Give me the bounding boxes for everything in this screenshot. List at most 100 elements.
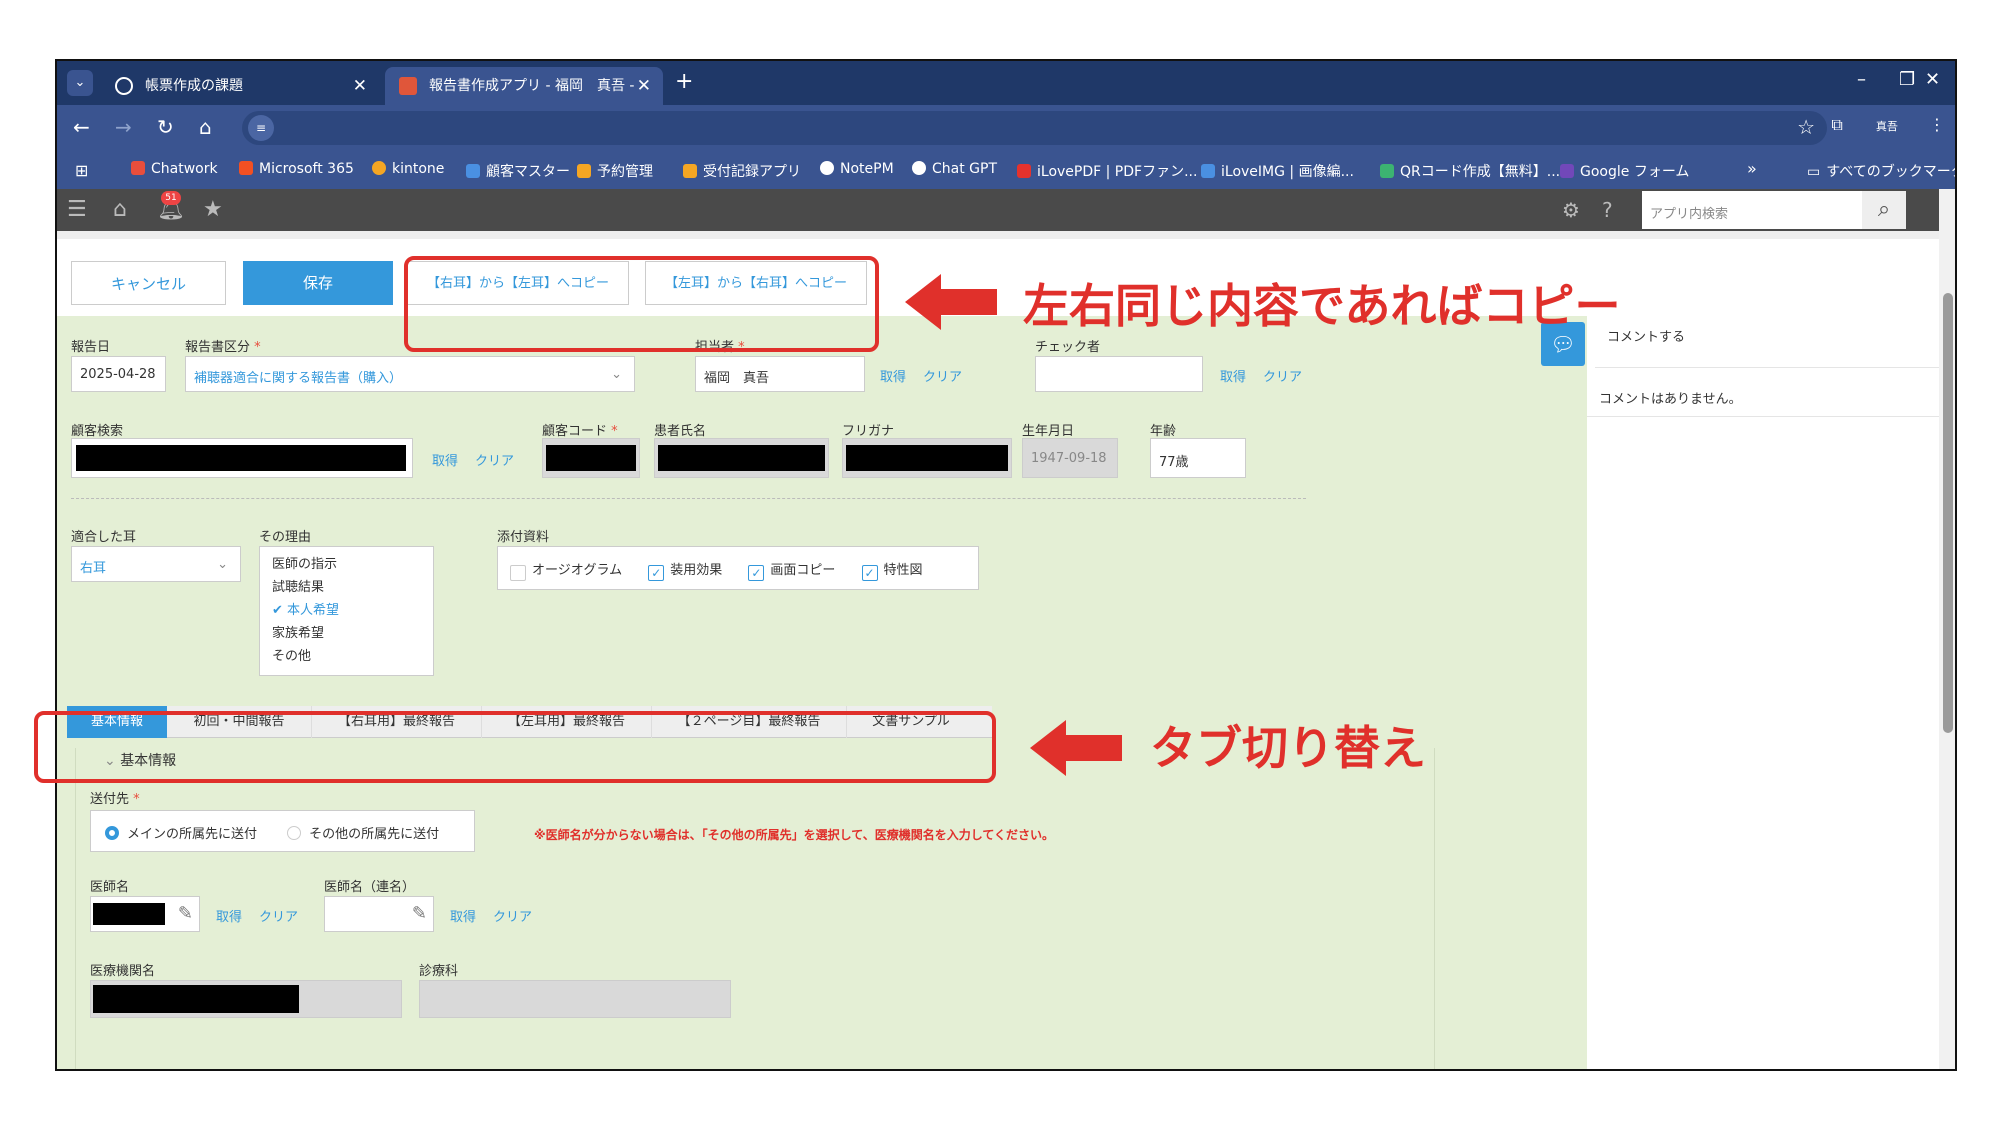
bookmark-microsoft365[interactable]: Microsoft 365 — [239, 161, 354, 177]
bookmark-notepm[interactable]: NotePM — [820, 161, 894, 177]
department-field — [419, 980, 731, 1018]
edit-note-icon[interactable]: ✎ — [412, 903, 427, 924]
reason-option[interactable]: その他 — [272, 645, 421, 668]
attachment-screen-copy[interactable]: ✓ 画面コピー — [748, 563, 835, 581]
reason-option[interactable]: 試聴結果 — [272, 576, 421, 599]
all-bookmarks-folder[interactable]: ▭ すべてのブックマーク — [1807, 161, 1955, 181]
close-tab-icon[interactable]: ✕ — [353, 67, 367, 105]
reason-listbox[interactable]: 医師の指示 試聴結果 ✔ 本人希望 家族希望 その他 — [259, 546, 434, 676]
bookmark-chatwork[interactable]: Chatwork — [131, 161, 218, 177]
scrollbar-thumb[interactable] — [1943, 293, 1953, 733]
checker-input[interactable] — [1035, 356, 1203, 392]
arrow-left-icon — [1030, 720, 1122, 776]
reason-option[interactable]: 家族希望 — [272, 622, 421, 645]
bookmark-reservation[interactable]: 予約管理 — [577, 161, 653, 181]
fitted-ear-select[interactable]: 右耳 ⌄ — [71, 546, 241, 582]
doctor-fetch-link[interactable]: 取得 — [216, 906, 242, 925]
qr-icon — [1380, 164, 1394, 178]
customer-search-input[interactable] — [71, 438, 413, 478]
reason-option-selected[interactable]: ✔ 本人希望 — [272, 599, 421, 622]
doctor-clear-link[interactable]: クリア — [259, 906, 298, 925]
furigana-label: フリガナ — [842, 424, 895, 439]
menu-icon[interactable]: ⋮ — [1929, 115, 1945, 134]
customer-clear-link[interactable]: クリア — [475, 450, 514, 469]
favorites-star-icon[interactable]: ★ — [203, 197, 223, 222]
bookmark-iloveimg[interactable]: iLoveIMG | 画像編... — [1201, 161, 1354, 181]
chatgpt-icon — [912, 161, 926, 175]
bookmark-google-forms[interactable]: Google フォーム — [1560, 161, 1689, 181]
search-icon[interactable]: ⌕ — [1862, 191, 1906, 229]
save-button[interactable]: 保存 — [243, 261, 393, 305]
bookmark-chatgpt[interactable]: Chat GPT — [912, 161, 997, 177]
form-area: 報告日 2025-04-28 報告書区分 * 補聴器適合に関する報告書（購入） ⌄… — [57, 316, 1587, 1069]
home-icon[interactable]: ⌂ — [113, 197, 127, 222]
app-icon — [577, 164, 591, 178]
close-tab-icon[interactable]: ✕ — [637, 67, 651, 105]
app-search-input[interactable]: アプリ内検索 — [1642, 191, 1862, 229]
send-to-label: 送付先 * — [90, 792, 140, 807]
checker-fetch-link[interactable]: 取得 — [1220, 366, 1246, 385]
edit-note-icon[interactable]: ✎ — [178, 903, 193, 924]
reload-icon[interactable]: ↻ — [157, 115, 174, 139]
doctor-alt-label: 医師名（連名） — [324, 880, 416, 895]
checker-clear-link[interactable]: クリア — [1263, 366, 1302, 385]
staff-input[interactable]: 福岡 真吾 — [695, 356, 865, 392]
attachment-audiogram[interactable]: ✓オージオグラム — [510, 563, 622, 581]
scrollbar[interactable] — [1939, 189, 1955, 1069]
checkbox-icon: ✓ — [510, 565, 526, 581]
staff-clear-link[interactable]: クリア — [923, 366, 962, 385]
attachment-effect[interactable]: ✓ 装用効果 — [648, 563, 722, 581]
profile-button[interactable]: 真吾 — [1876, 120, 1898, 133]
apps-grid-icon[interactable]: ⊞ — [75, 161, 88, 180]
radio-main-affiliation[interactable]: メインの所属先に送付 — [105, 826, 257, 842]
help-icon[interactable]: ? — [1602, 198, 1613, 222]
bookmark-reception-log[interactable]: 受付記録アプリ — [683, 161, 801, 181]
extensions-icon[interactable]: ⧉ — [1831, 115, 1842, 134]
more-bookmarks-button[interactable]: » — [1747, 159, 1757, 178]
notification-badge: 51 — [161, 191, 181, 205]
chevron-down-icon: ⌄ — [217, 557, 228, 572]
restore-button[interactable]: ❐ — [1899, 69, 1915, 90]
gear-icon[interactable]: ⚙ — [1562, 198, 1580, 222]
doctor-label: 医師名 — [90, 880, 130, 895]
no-comments-text: コメントはありません。 — [1599, 392, 1742, 407]
customer-search-label: 顧客検索 — [71, 424, 124, 439]
radio-other-affiliation[interactable]: その他の所属先に送付 — [287, 826, 439, 842]
reason-option[interactable]: 医師の指示 — [272, 553, 421, 576]
kintone-icon — [372, 161, 386, 175]
doctor-alt-fetch-link[interactable]: 取得 — [450, 906, 476, 925]
customer-fetch-link[interactable]: 取得 — [432, 450, 458, 469]
bookmark-ilovepdf[interactable]: iLovePDF | PDFファン... — [1017, 161, 1197, 181]
bookmark-kintone[interactable]: kintone — [372, 161, 444, 177]
bookmark-qrcode[interactable]: QRコード作成【無料】... — [1380, 161, 1560, 181]
forward-icon[interactable]: → — [115, 115, 132, 139]
staff-fetch-link[interactable]: 取得 — [880, 366, 906, 385]
home-icon[interactable]: ⌂ — [199, 115, 212, 139]
new-tab-button[interactable]: + — [675, 69, 693, 94]
doctor-alt-input[interactable]: ✎ — [324, 896, 434, 932]
bookmark-star-icon[interactable]: ☆ — [1797, 115, 1815, 139]
redacted-block — [93, 903, 165, 925]
close-window-button[interactable]: ✕ — [1925, 69, 1940, 90]
tab-search-button[interactable]: ⌄ — [67, 70, 93, 96]
back-icon[interactable]: ← — [73, 115, 90, 139]
menu-icon[interactable]: ☰ — [67, 197, 87, 222]
radio-icon — [287, 826, 302, 840]
browser-tab-1[interactable]: 帳票作成の課題 ✕ — [101, 67, 379, 105]
site-info-icon[interactable]: ≡ — [248, 115, 274, 141]
doctor-alt-clear-link[interactable]: クリア — [493, 906, 532, 925]
report-type-select[interactable]: 補聴器適合に関する報告書（購入） ⌄ — [185, 356, 635, 392]
browser-tab-2-active[interactable]: 報告書作成アプリ - 福岡 真吾 - ✕ — [385, 67, 663, 105]
cancel-button[interactable]: キャンセル — [71, 261, 226, 305]
bookmark-customer-master[interactable]: 顧客マスター — [466, 161, 570, 181]
checkbox-checked-icon: ✓ — [861, 565, 878, 581]
address-bar[interactable]: ≡ ☆ — [242, 111, 1827, 145]
doctor-input[interactable]: ✎ — [90, 896, 200, 932]
notepm-icon — [820, 161, 834, 175]
tab-title: 帳票作成の課題 — [145, 78, 243, 94]
send-to-radio-group: メインの所属先に送付 その他の所属先に送付 — [90, 810, 475, 852]
minimize-button[interactable]: – — [1857, 69, 1866, 90]
report-date-input[interactable]: 2025-04-28 — [71, 356, 166, 392]
attachment-characteristic[interactable]: ✓ 特性図 — [861, 563, 923, 581]
comment-input[interactable]: コメントする — [1595, 316, 1939, 368]
